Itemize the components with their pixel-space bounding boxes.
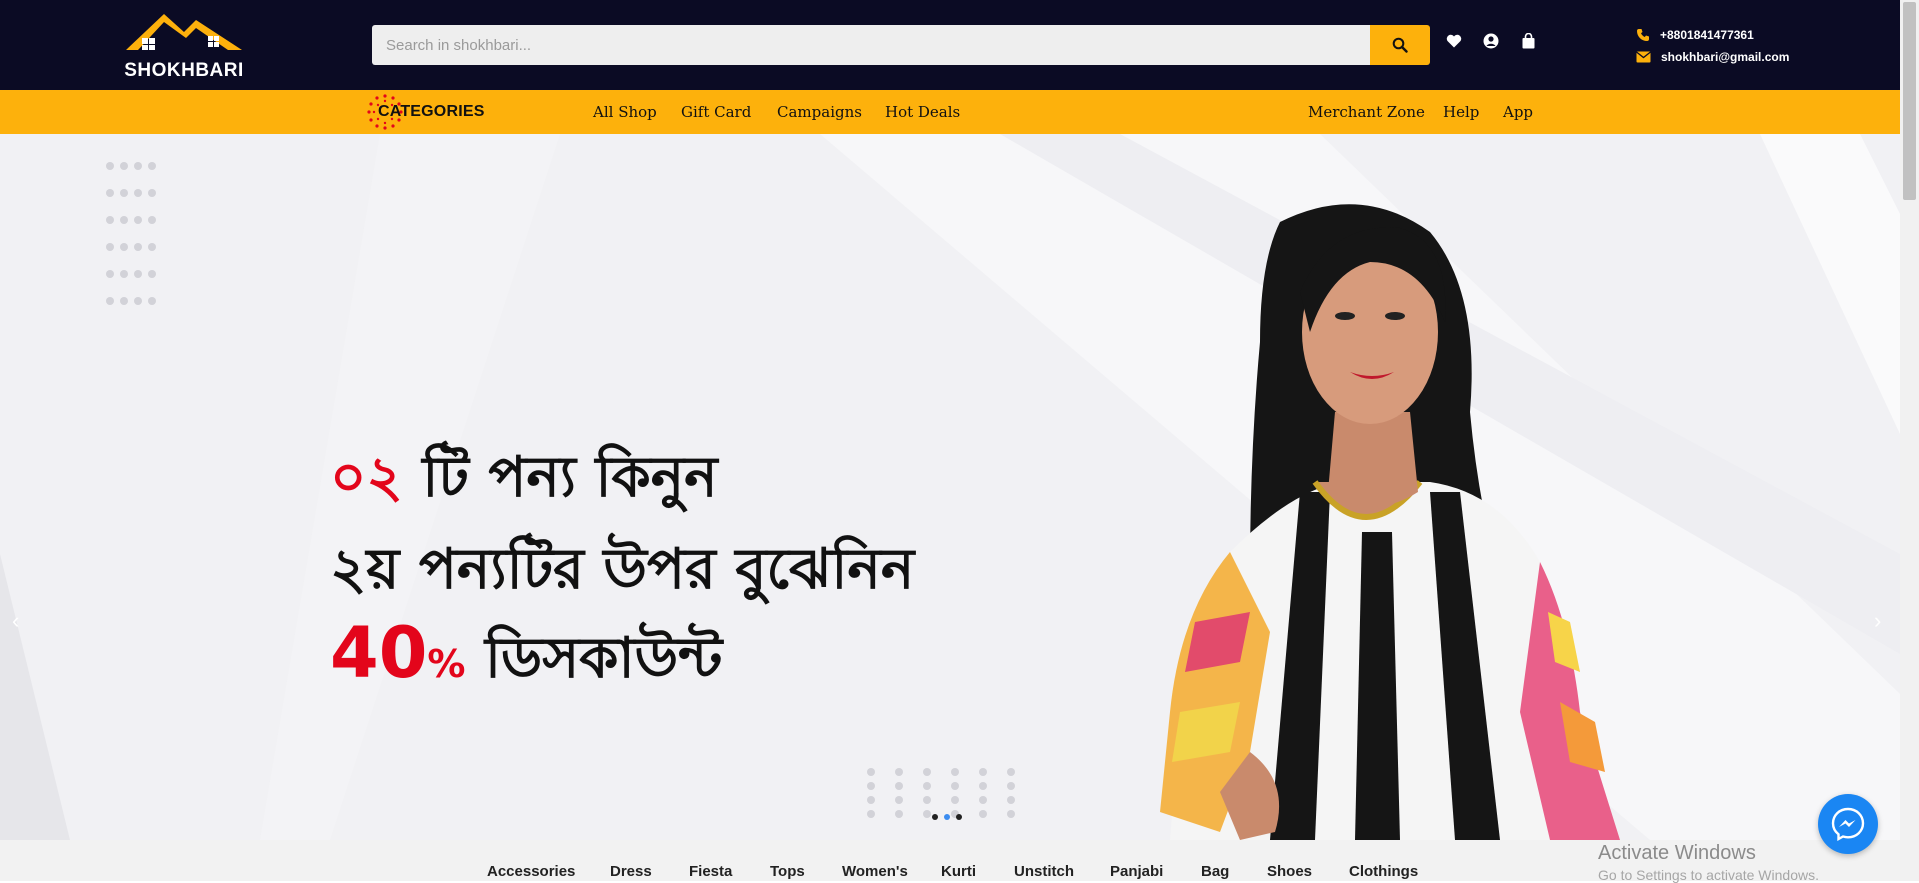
logo[interactable]: SHOKHBARI: [122, 10, 246, 81]
main-nav: CATEGORIES All Shop Gift Card Campaigns …: [0, 90, 1900, 134]
page-scrollbar[interactable]: [1900, 0, 1919, 881]
email-icon: [1636, 51, 1651, 63]
nav-campaigns[interactable]: Campaigns: [777, 90, 862, 134]
category-kurti[interactable]: Kurti: [941, 863, 976, 880]
decorative-dots-left: [106, 162, 162, 305]
house-logo-icon: [126, 14, 242, 50]
slide-indicator[interactable]: [932, 814, 938, 820]
nav-hot-deals[interactable]: Hot Deals: [885, 90, 960, 134]
decorative-dots-bottom: [867, 768, 1035, 818]
slide-indicator-active[interactable]: [944, 814, 950, 820]
nav-app[interactable]: App: [1503, 90, 1533, 134]
categories-label: CATEGORIES: [378, 103, 485, 120]
search-input[interactable]: [372, 25, 1371, 65]
nav-all-shop[interactable]: All Shop: [593, 90, 657, 134]
category-clothings[interactable]: Clothings: [1349, 863, 1418, 880]
category-dress[interactable]: Dress: [610, 863, 652, 880]
bag-icon: [1522, 33, 1534, 49]
category-fiesta[interactable]: Fiesta: [689, 863, 732, 880]
search-icon: [1392, 37, 1408, 53]
heart-icon: [1446, 34, 1462, 48]
category-bag[interactable]: Bag: [1201, 863, 1229, 880]
top-header: SHOKHBARI +880: [0, 0, 1900, 90]
account-button[interactable]: [1482, 32, 1500, 50]
nav-merchant-zone[interactable]: Merchant Zone: [1308, 90, 1425, 134]
phone-icon: [1637, 29, 1649, 41]
email-address[interactable]: shokhbari@gmail.com: [1661, 50, 1789, 64]
user-icon: [1483, 33, 1499, 49]
next-slide-arrow[interactable]: ›: [1874, 608, 1881, 634]
headline-number-1: ০২: [330, 445, 403, 510]
category-panjabi[interactable]: Panjabi: [1110, 863, 1163, 880]
headline-text-1: টি পন্য কিনুন: [422, 445, 718, 510]
activate-windows-title: Activate Windows: [1598, 842, 1756, 864]
nav-gift-card[interactable]: Gift Card: [681, 90, 751, 134]
contact-info: +8801841477361 shokhbari@gmail.com: [1636, 24, 1789, 68]
scrollbar-thumb[interactable]: [1903, 2, 1916, 200]
wishlist-button[interactable]: [1445, 32, 1463, 50]
logo-text: SHOKHBARI: [124, 60, 244, 81]
category-womens[interactable]: Women's: [842, 863, 908, 880]
hero-slider[interactable]: ০২ টি পন্য কিনুন ২য় পন্যটির উপর বুঝেনিন…: [0, 134, 1900, 840]
category-unstitch[interactable]: Unstitch: [1014, 863, 1074, 880]
headline-line-3: 40% ডিসকাউন্ট: [330, 612, 722, 709]
category-shoes[interactable]: Shoes: [1267, 863, 1312, 880]
discount-percent: %: [427, 642, 466, 686]
slide-indicator[interactable]: [956, 814, 962, 820]
nav-help[interactable]: Help: [1443, 90, 1479, 134]
category-tops[interactable]: Tops: [770, 863, 805, 880]
prev-slide-arrow[interactable]: ‹: [12, 608, 19, 634]
slide-indicators: [932, 814, 962, 820]
headline-line-2: ২য় পন্যটির উপর বুঝেনিন: [330, 537, 915, 602]
model-photo: [1160, 204, 1620, 840]
messenger-chat-button[interactable]: [1818, 794, 1878, 854]
categories-menu[interactable]: CATEGORIES: [366, 90, 485, 134]
discount-value: 40: [330, 612, 428, 694]
headline-text-3: ডিসকাউন্ট: [485, 626, 723, 691]
phone-number[interactable]: +8801841477361: [1660, 28, 1754, 42]
messenger-icon: [1831, 807, 1865, 841]
category-accessories[interactable]: Accessories: [487, 863, 575, 880]
headline-line-1: ০২ টি পন্য কিনুন: [330, 434, 718, 528]
search-button[interactable]: [1370, 25, 1430, 65]
cart-button[interactable]: [1519, 32, 1537, 50]
search-bar: [372, 25, 1430, 65]
